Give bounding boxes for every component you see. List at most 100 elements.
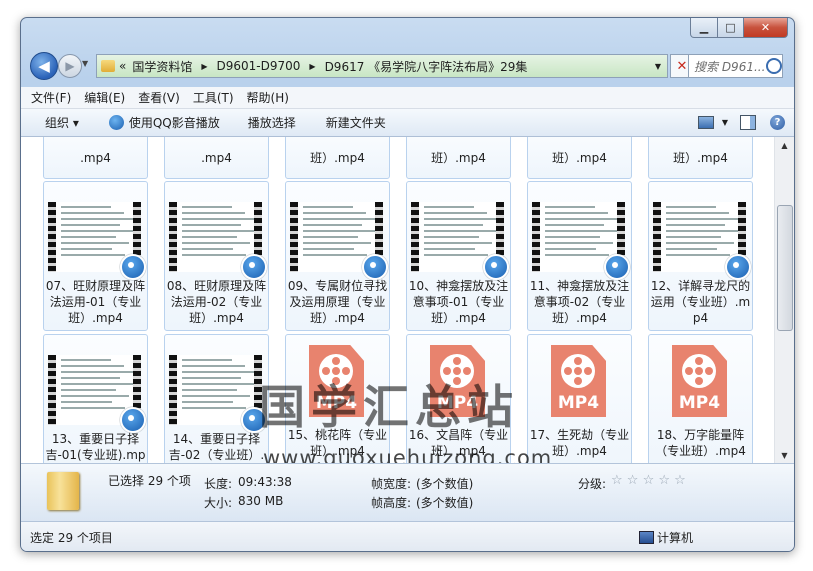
history-dropdown-icon[interactable]: ▼ [82, 59, 88, 68]
address-bar[interactable]: « 国学资料馆 ▶ D9601-D9700 ▶ D9617 《易学院八字阵法布局… [96, 54, 668, 78]
file-tile-partial[interactable]: 班）.mp4 [406, 137, 511, 179]
caption-buttons: ▁ □ ✕ [690, 18, 788, 38]
close-button[interactable]: ✕ [744, 18, 788, 38]
explorer-window: ▁ □ ✕ ◀ ▶ ▼ « 国学资料馆 ▶ D9601-D9700 ▶ D961… [20, 17, 795, 552]
qq-player-icon [483, 254, 509, 280]
chevron-right-icon[interactable]: ▶ [201, 62, 207, 71]
maximize-button[interactable]: □ [718, 18, 744, 38]
file-tile[interactable]: 14、重要日子择吉-02（专业班）.mp4 [164, 334, 269, 463]
file-tile-partial[interactable]: 班）.mp4 [527, 137, 632, 179]
search-placeholder: 搜索 D961... [694, 59, 764, 74]
chevron-right-icon[interactable]: ▶ [309, 62, 315, 71]
mp4-file-icon: MP4 [672, 345, 727, 417]
organize-label: 组织 ▾ [45, 116, 79, 130]
file-tile-partial[interactable]: .mp4 [164, 137, 269, 179]
qq-player-icon [120, 407, 146, 433]
menu-edit[interactable]: 编辑(E) [84, 89, 125, 106]
scroll-up-icon[interactable]: ▲ [775, 137, 794, 153]
file-tile[interactable]: 09、专属财位寻找及运用原理（专业班）.mp4 [285, 181, 390, 331]
chevron-down-icon[interactable]: ▼ [655, 62, 661, 71]
filmstrip-icon [653, 202, 661, 272]
file-label: 14、重要日子择吉-02（专业班）.mp4 [168, 432, 265, 462]
qq-player-icon [108, 115, 124, 130]
status-location: 计算机 [657, 531, 694, 545]
command-bar: 组织 ▾ 使用QQ影音播放 播放选择 新建文件夹 ▼ ? [21, 109, 794, 137]
file-tile[interactable]: MP4 17、生死劫（专业班）.mp4 [527, 334, 632, 463]
play-select-label: 播放选择 [247, 116, 296, 130]
filmstrip-icon [169, 355, 177, 425]
search-icon[interactable] [766, 58, 782, 74]
file-tile[interactable]: 08、旺财原理及阵法运用-02（专业班）.mp4 [164, 181, 269, 331]
back-arrow-icon[interactable]: ◀ [30, 52, 58, 80]
qq-player-icon [362, 254, 388, 280]
file-tile[interactable]: 07、旺财原理及阵法运用-01（专业班）.mp4 [43, 181, 148, 331]
frame-height-label: 帧高度: [371, 496, 412, 510]
frame-width-value: (多个数值) [416, 477, 474, 491]
file-label: .mp4 [80, 151, 111, 165]
new-folder-button[interactable]: 新建文件夹 [326, 114, 386, 131]
file-tile[interactable]: MP4 18、万字能量阵（专业班）.mp4 [648, 334, 753, 463]
watermark-title: 国学汇总站 [259, 380, 519, 434]
frame-width-label: 帧宽度: [371, 477, 412, 491]
breadcrumb-item[interactable]: 国学资料馆 [132, 58, 192, 75]
search-input[interactable]: 搜索 D961... [688, 54, 783, 78]
vertical-scrollbar[interactable]: ▲ ▼ [774, 137, 794, 463]
mp4-icon-text: MP4 [557, 393, 600, 413]
status-bar: 选定 29 个项目 计算机 [21, 521, 794, 551]
minimize-button[interactable]: ▁ [690, 18, 718, 38]
menu-view[interactable]: 查看(V) [138, 89, 180, 106]
file-tile[interactable]: 13、重要日子择吉-01(专业班).mp4 [43, 334, 148, 463]
file-label: 13、重要日子择吉-01(专业班).mp4 [45, 432, 146, 462]
new-folder-label: 新建文件夹 [325, 116, 386, 130]
scroll-down-icon[interactable]: ▼ [775, 447, 794, 463]
filmstrip-icon [290, 202, 298, 272]
qq-player-icon [241, 254, 267, 280]
size-label: 大小: [204, 496, 233, 510]
status-text: 选定 29 个项目 [30, 531, 113, 545]
selected-count: 已选择 29 个项 [108, 474, 191, 488]
filmstrip-icon [532, 202, 540, 272]
file-tile[interactable]: 10、神龛摆放及注意事项-01（专业班）.mp4 [406, 181, 511, 331]
computer-icon [639, 531, 654, 544]
play-select-button[interactable]: 播放选择 [248, 114, 296, 131]
file-tile[interactable]: 11、神龛摆放及注意事项-02（专业班）.mp4 [527, 181, 632, 331]
mp4-file-icon: MP4 [551, 345, 606, 417]
file-label: 18、万字能量阵（专业班）.mp4 [655, 428, 746, 458]
rating-label: 分级: [578, 477, 607, 491]
preview-pane-icon[interactable] [740, 115, 756, 130]
rating-stars[interactable]: ☆ ☆ ☆ ☆ ☆ [611, 473, 686, 488]
menu-tools[interactable]: 工具(T) [193, 89, 234, 106]
mp4-icon-text: MP4 [678, 393, 721, 413]
menu-help[interactable]: 帮助(H) [247, 89, 289, 106]
file-label: 班）.mp4 [552, 151, 607, 165]
organize-button[interactable]: 组织 ▾ [45, 114, 79, 131]
length-label: 长度: [204, 477, 233, 491]
play-qq-button[interactable]: 使用QQ影音播放 [108, 114, 220, 131]
file-label: 班）.mp4 [310, 151, 365, 165]
qq-player-icon [120, 254, 146, 280]
file-tile[interactable]: 12、详解寻龙尺的运用（专业班）.mp4 [648, 181, 753, 331]
menu-file[interactable]: 文件(F) [31, 89, 71, 106]
filmstrip-icon [48, 355, 56, 425]
details-pane: 已选择 29 个项 长度: 09:43:38 大小: 830 MB 帧宽度: (… [21, 463, 794, 521]
view-icon[interactable] [697, 116, 714, 129]
forward-arrow-icon[interactable]: ▶ [58, 54, 82, 78]
file-tile-partial[interactable]: 班）.mp4 [285, 137, 390, 179]
watermark-url: www.guoxuehuizong.com [263, 446, 553, 463]
file-label: 班）.mp4 [431, 151, 486, 165]
menu-bar: 文件(F) 编辑(E) 查看(V) 工具(T) 帮助(H) [21, 87, 794, 109]
filmstrip-icon [411, 202, 419, 272]
file-tile-partial[interactable]: 班）.mp4 [648, 137, 753, 179]
play-qq-label: 使用QQ影音播放 [128, 116, 220, 130]
breadcrumb-item[interactable]: D9601-D9700 [217, 59, 301, 73]
file-label: 10、神龛摆放及注意事项-01（专业班）.mp4 [408, 279, 509, 325]
chevron-down-icon[interactable]: ▼ [722, 118, 728, 127]
scrollbar-thumb[interactable] [777, 205, 793, 331]
file-list: .mp4 .mp4 班）.mp4 班）.mp4 班）.mp4 班）.mp4 07、旺财原理及… [21, 137, 774, 463]
breadcrumb-item[interactable]: D9617 《易学院八字阵法布局》29集 [325, 58, 528, 75]
help-icon[interactable]: ? [770, 115, 785, 130]
breadcrumb-overflow[interactable]: « [119, 59, 126, 73]
qq-player-icon [725, 254, 751, 280]
file-label: .mp4 [201, 151, 232, 165]
file-tile-partial[interactable]: .mp4 [43, 137, 148, 179]
